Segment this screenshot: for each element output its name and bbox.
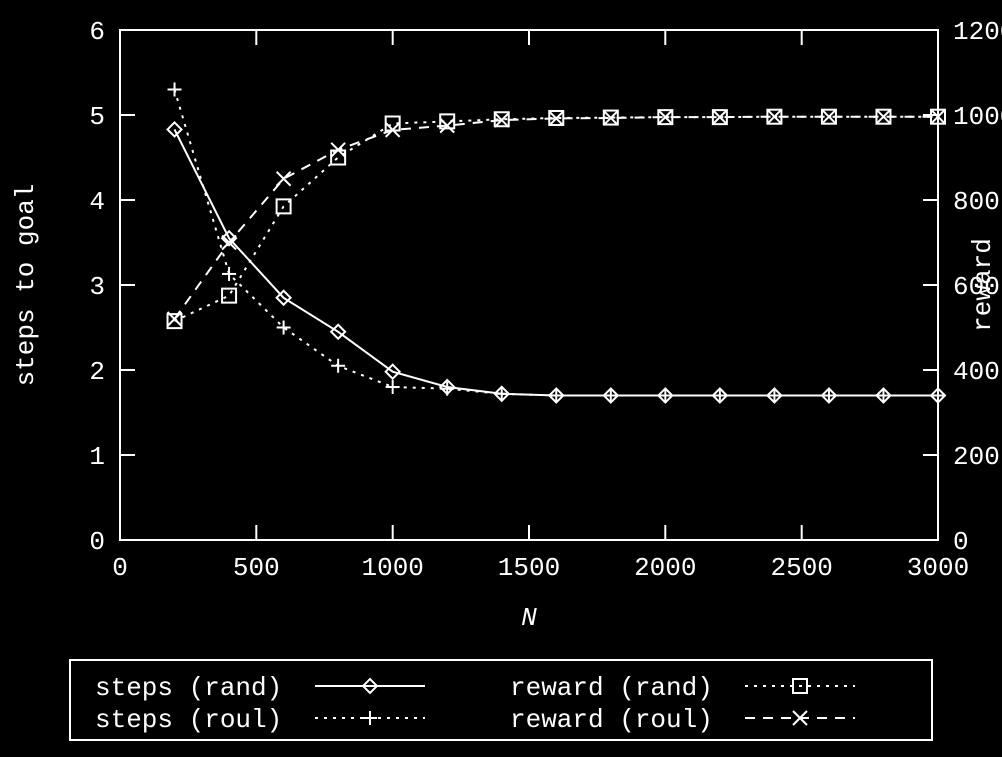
ytick-left-1: 1 — [89, 442, 105, 472]
legend-sample-2 — [745, 679, 855, 693]
ytick-right-5: 1000 — [953, 102, 1002, 132]
series-steps-rand- — [175, 129, 939, 395]
ytick-left-0: 0 — [89, 527, 105, 557]
series-layer — [168, 83, 945, 403]
ytick-left-2: 2 — [89, 357, 105, 387]
ytick-left-3: 3 — [89, 272, 105, 302]
chart-svg: 0 1 2 3 4 5 6 0 200 400 600 800 1000 120… — [0, 0, 1002, 757]
legend-sample-0 — [315, 679, 425, 693]
x-axis: 0 500 1000 1500 2000 2500 3000 — [112, 30, 969, 583]
legend-label-2: reward (rand) — [510, 673, 713, 703]
legend-label-1: steps (roul) — [95, 705, 282, 735]
series-reward-rand- — [175, 117, 939, 321]
plot-border — [120, 30, 938, 540]
x-axis-label: N — [521, 603, 537, 633]
xtick-5: 2500 — [770, 553, 832, 583]
ytick-right-1: 200 — [953, 442, 1000, 472]
xtick-2: 1000 — [361, 553, 423, 583]
series-reward-roul- — [175, 117, 939, 319]
legend-sample-1 — [315, 711, 425, 725]
xtick-4: 2000 — [634, 553, 696, 583]
xtick-6: 3000 — [907, 553, 969, 583]
ytick-left-5: 5 — [89, 102, 105, 132]
series-steps-roul- — [175, 90, 939, 396]
legend-label-3: reward (roul) — [510, 705, 713, 735]
ytick-right-4: 800 — [953, 187, 1000, 217]
ytick-right-6: 1200 — [953, 17, 1002, 47]
ytick-left-6: 6 — [89, 17, 105, 47]
y-axis-right-label: reward — [968, 238, 998, 332]
legend-label-0: steps (rand) — [95, 673, 282, 703]
legend-sample-3 — [745, 711, 855, 725]
ytick-right-2: 400 — [953, 357, 1000, 387]
legend: steps (rand) steps (roul) reward (rand) … — [70, 660, 932, 740]
xtick-1: 500 — [233, 553, 280, 583]
ytick-left-4: 4 — [89, 187, 105, 217]
y-axis-left: 0 1 2 3 4 5 6 — [89, 17, 938, 557]
xtick-3: 1500 — [498, 553, 560, 583]
xtick-0: 0 — [112, 553, 128, 583]
y-axis-left-label: steps to goal — [11, 184, 41, 387]
chart-container: 0 1 2 3 4 5 6 0 200 400 600 800 1000 120… — [0, 0, 1002, 757]
